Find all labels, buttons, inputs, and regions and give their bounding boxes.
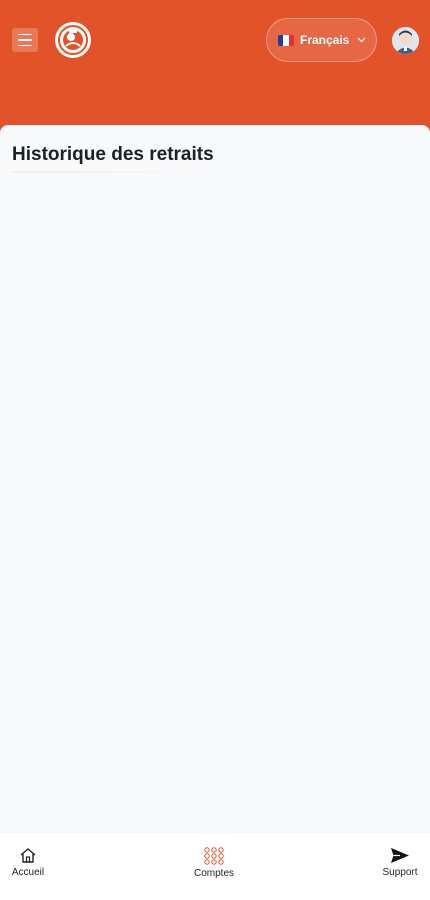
nav-item-support[interactable]: Support	[378, 847, 422, 878]
language-selector[interactable]: Français	[266, 18, 377, 62]
user-avatar[interactable]	[392, 27, 419, 54]
nav-label-home: Accueil	[11, 867, 45, 878]
logo-icon	[58, 25, 88, 55]
bottom-navigation: Accueil Comptes Support	[0, 833, 430, 900]
send-icon	[391, 848, 409, 863]
page-title: Historique des retraits	[12, 144, 214, 165]
nav-label-support: Support	[382, 867, 418, 878]
title-divider	[12, 171, 212, 173]
menu-line-icon	[18, 44, 32, 47]
nav-label-accounts: Comptes	[193, 868, 234, 879]
user-avatar-icon	[392, 27, 419, 54]
home-icon	[20, 848, 36, 863]
chevron-down-icon	[357, 37, 366, 43]
nav-item-home[interactable]: Accueil	[8, 847, 48, 878]
menu-line-icon	[18, 33, 32, 36]
main-content: Historique des retraits	[0, 125, 430, 833]
app-root: Français Historique des retraits Accueil…	[0, 0, 430, 900]
brand-logo[interactable]	[55, 22, 91, 58]
menu-line-icon	[18, 39, 32, 41]
language-label: Français	[300, 33, 350, 47]
hamburger-menu-button[interactable]	[12, 28, 38, 52]
grid-icon	[204, 847, 224, 865]
top-header: Français	[0, 0, 430, 130]
french-flag-icon	[278, 34, 294, 46]
nav-item-accounts[interactable]: Comptes	[189, 847, 239, 879]
